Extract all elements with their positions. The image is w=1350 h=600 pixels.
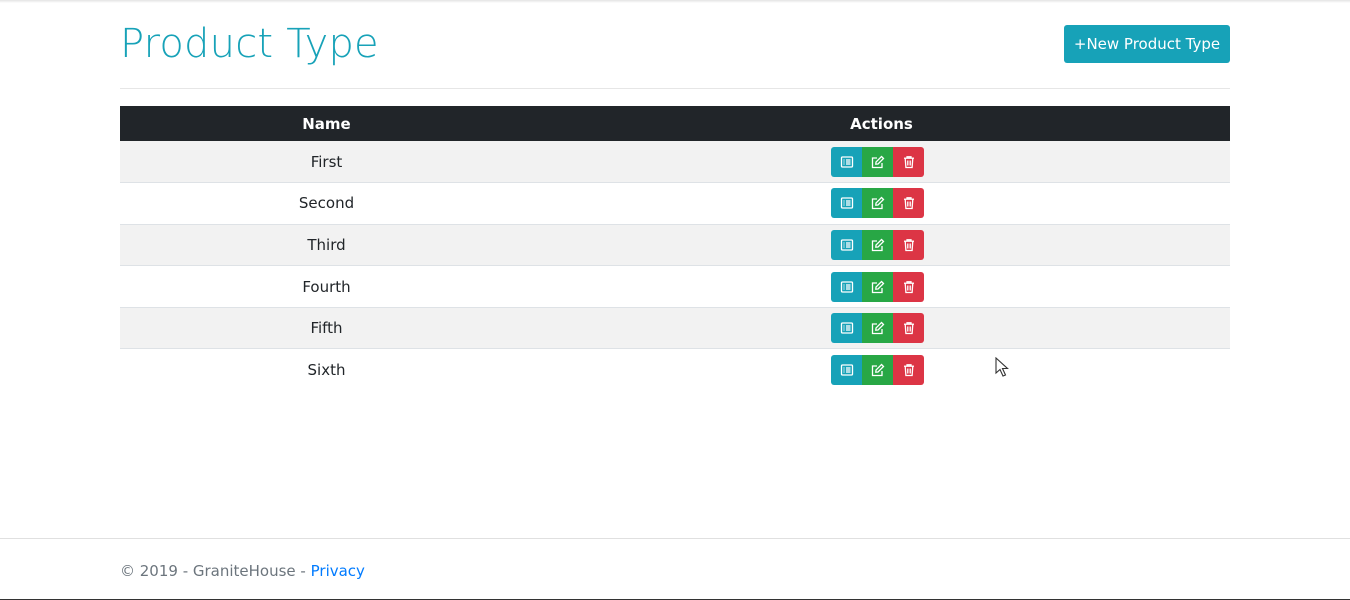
table-header-row: Name Actions	[120, 106, 1230, 141]
edit-button[interactable]	[862, 355, 893, 386]
trash-icon	[902, 155, 916, 169]
delete-button[interactable]	[893, 229, 924, 260]
action-button-group	[831, 313, 924, 344]
edit-button[interactable]	[862, 271, 893, 302]
trash-icon	[902, 280, 916, 294]
action-button-group	[831, 146, 924, 177]
list-icon	[840, 321, 854, 335]
edit-icon	[871, 363, 885, 377]
delete-button[interactable]	[893, 355, 924, 386]
details-button[interactable]	[831, 229, 862, 260]
trash-icon	[902, 321, 916, 335]
table-row: Fourth	[120, 265, 1230, 308]
product-type-name: Fifth	[120, 306, 533, 349]
product-type-table: Name Actions First Second Third Fourth Fifth…	[120, 106, 1230, 391]
row-actions	[533, 265, 1230, 308]
row-actions	[533, 348, 1230, 391]
delete-button[interactable]	[893, 146, 924, 177]
delete-button[interactable]	[893, 271, 924, 302]
action-button-group	[831, 188, 924, 219]
row-actions	[533, 223, 1230, 266]
table-row: Fifth	[120, 306, 1230, 349]
privacy-link[interactable]: Privacy	[311, 562, 365, 580]
row-actions	[533, 306, 1230, 349]
product-type-name: First	[120, 141, 533, 183]
table-body: First Second Third Fourth Fifth Sixth	[120, 141, 1230, 391]
product-type-name: Fourth	[120, 265, 533, 308]
trash-icon	[902, 238, 916, 252]
page-header: Product Type +New Product Type	[120, 0, 1230, 89]
edit-icon	[871, 196, 885, 210]
list-icon	[840, 196, 854, 210]
page-title: Product Type	[120, 21, 379, 67]
row-actions	[533, 182, 1230, 225]
edit-icon	[871, 280, 885, 294]
product-type-name: Second	[120, 182, 533, 225]
list-icon	[840, 155, 854, 169]
table-row: Third	[120, 223, 1230, 266]
footer: © 2019 - GraniteHouse - Privacy	[0, 538, 1350, 600]
edit-icon	[871, 321, 885, 335]
action-button-group	[831, 229, 924, 260]
copyright-text: © 2019 - GraniteHouse -	[120, 562, 311, 580]
row-actions	[533, 141, 1230, 183]
trash-icon	[902, 363, 916, 377]
details-button[interactable]	[831, 146, 862, 177]
edit-button[interactable]	[862, 229, 893, 260]
details-button[interactable]	[831, 313, 862, 344]
edit-icon	[871, 155, 885, 169]
edit-button[interactable]	[862, 146, 893, 177]
details-button[interactable]	[831, 271, 862, 302]
product-type-name: Sixth	[120, 348, 533, 391]
mouse-cursor-icon	[995, 357, 1009, 377]
main-container: Product Type +New Product Type Name Acti…	[120, 0, 1230, 391]
table-row: Sixth	[120, 348, 1230, 391]
trash-icon	[902, 196, 916, 210]
details-button[interactable]	[831, 188, 862, 219]
details-button[interactable]	[831, 355, 862, 386]
footer-text: © 2019 - GraniteHouse - Privacy	[120, 562, 365, 580]
list-icon	[840, 280, 854, 294]
action-button-group	[831, 271, 924, 302]
edit-button[interactable]	[862, 313, 893, 344]
new-product-type-button[interactable]: +New Product Type	[1064, 25, 1230, 63]
action-button-group	[831, 355, 924, 386]
table-row: Second	[120, 182, 1230, 225]
product-type-name: Third	[120, 223, 533, 266]
delete-button[interactable]	[893, 188, 924, 219]
column-header-actions: Actions	[533, 106, 1230, 141]
column-header-name: Name	[120, 106, 533, 141]
list-icon	[840, 363, 854, 377]
list-icon	[840, 238, 854, 252]
delete-button[interactable]	[893, 313, 924, 344]
edit-icon	[871, 238, 885, 252]
edit-button[interactable]	[862, 188, 893, 219]
table-row: First	[120, 141, 1230, 183]
